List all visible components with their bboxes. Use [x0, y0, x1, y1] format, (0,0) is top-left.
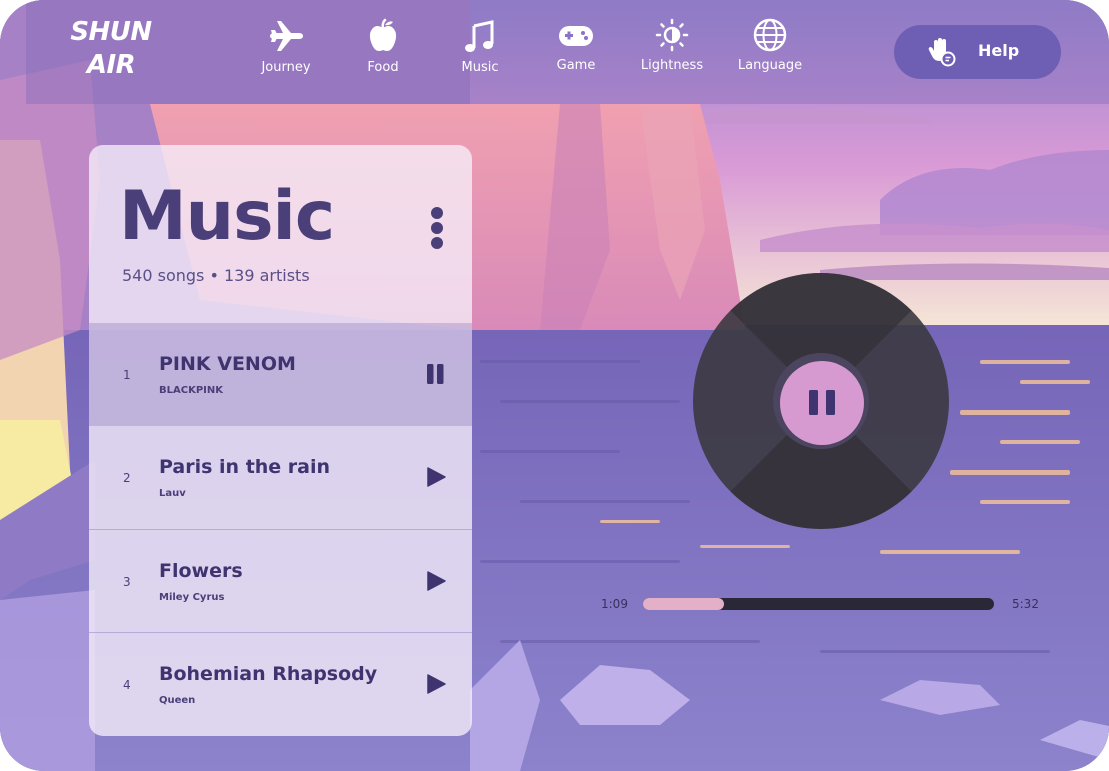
nav-game[interactable]: Game — [528, 18, 624, 88]
track-row-4[interactable]: 4 Bohemian Rhapsody Queen — [89, 632, 472, 735]
track-row-3[interactable]: 3 Flowers Miley Cyrus — [89, 529, 472, 632]
library-summary: 540 songs • 139 artists — [122, 266, 310, 285]
nav-label-game: Game — [556, 58, 596, 73]
globe-icon — [753, 18, 787, 52]
app-window: SHUN AIR Journey Food Music Game Lightne… — [0, 0, 1109, 771]
nav-music[interactable]: Music — [432, 18, 528, 88]
play-icon[interactable] — [425, 570, 447, 592]
track-title: Paris in the rain — [159, 456, 331, 478]
play-icon[interactable] — [425, 466, 447, 488]
track-artist: Lauv — [159, 488, 186, 499]
nav-food[interactable]: Food — [335, 18, 431, 88]
track-artist: Queen — [159, 695, 196, 706]
brand-logo[interactable]: SHUN AIR — [56, 16, 166, 82]
more-dot-icon — [431, 222, 443, 234]
brand-line-1: SHUN — [70, 17, 152, 47]
airplane-icon — [270, 21, 303, 51]
track-row-1[interactable]: 1 PINK VENOM BLACKPINK — [89, 323, 472, 426]
track-number: 4 — [123, 678, 131, 692]
pause-icon[interactable] — [425, 363, 447, 385]
elapsed-time: 1:09 — [601, 597, 628, 611]
nav-label-lightness: Lightness — [640, 58, 704, 73]
track-title: Bohemian Rhapsody — [159, 663, 378, 685]
track-artist: BLACKPINK — [159, 385, 223, 396]
play-icon[interactable] — [425, 673, 447, 695]
playback-progress-bar[interactable] — [643, 598, 994, 610]
track-title: Flowers — [159, 560, 243, 582]
brand-line-2: AIR — [86, 50, 136, 80]
nav-label-language: Language — [737, 58, 803, 73]
nav-journey[interactable]: Journey — [238, 18, 334, 88]
nav-label-food: Food — [367, 60, 399, 75]
more-dot-icon — [431, 237, 443, 249]
nav-label-music: Music — [461, 60, 499, 75]
more-dot-icon — [431, 207, 443, 219]
raised-hand-icon — [928, 38, 956, 67]
apple-icon — [369, 18, 397, 51]
track-number: 3 — [123, 575, 131, 589]
page-title: Music — [119, 177, 335, 256]
vinyl-pause-button[interactable] — [779, 360, 865, 446]
more-options-button[interactable] — [427, 207, 447, 255]
vinyl-label-pause-icon — [780, 361, 864, 445]
track-row-2[interactable]: 2 Paris in the rain Lauv — [89, 426, 472, 529]
gamepad-icon — [559, 26, 593, 46]
nav-lightness[interactable]: Lightness — [624, 18, 720, 88]
music-panel: Music 540 songs • 139 artists 1 PINK VEN… — [89, 145, 472, 736]
music-note-icon — [465, 20, 494, 52]
track-artist: Miley Cyrus — [159, 592, 225, 603]
playback-progress-fill — [643, 598, 724, 610]
track-title: PINK VENOM — [159, 353, 296, 375]
nav-language[interactable]: Language — [722, 18, 818, 88]
track-number: 1 — [123, 368, 131, 382]
brightness-icon — [655, 18, 689, 52]
total-time: 5:32 — [1012, 597, 1039, 611]
nav-label-journey: Journey — [261, 60, 311, 75]
help-button[interactable]: Help — [894, 25, 1061, 79]
track-number: 2 — [123, 471, 131, 485]
help-label: Help — [978, 41, 1020, 60]
